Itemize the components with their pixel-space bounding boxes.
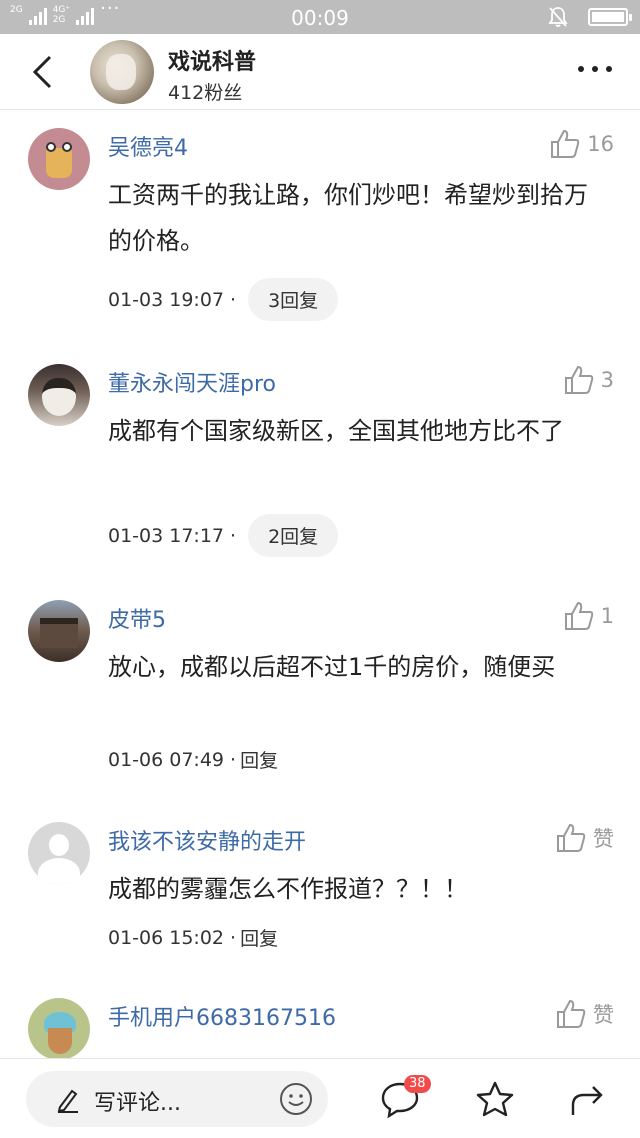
comment-count-badge: 38: [404, 1075, 431, 1093]
comment-username[interactable]: 手机用户6683167516: [108, 1000, 336, 1032]
comment-input[interactable]: 写评论...: [26, 1071, 328, 1127]
comment-text: 成都有个国家级新区，全国其他地方比不了: [108, 417, 564, 445]
comment-username[interactable]: 我该不该安静的走开: [108, 824, 306, 856]
comment-text: 放心，成都以后超不过1千的房价，随便买: [108, 653, 556, 681]
avatar[interactable]: [28, 998, 90, 1060]
comment-username[interactable]: 董永永闯天涯pro: [108, 366, 276, 398]
comment-date: 01-03 19:07 ·: [108, 288, 237, 311]
share-icon[interactable]: [568, 1079, 608, 1119]
comment-meta: 01-03 19:07 · 3回复: [108, 278, 339, 321]
thumbs-up-icon: [564, 365, 593, 394]
reply-button[interactable]: 2回复: [248, 514, 339, 557]
like-count: 16: [587, 132, 614, 156]
avatar[interactable]: [28, 600, 90, 662]
avatar[interactable]: [28, 364, 90, 426]
emoji-icon[interactable]: [278, 1081, 314, 1117]
author-avatar[interactable]: [90, 40, 154, 104]
back-icon[interactable]: [28, 54, 58, 90]
bottom-bar: 写评论... 38: [0, 1058, 640, 1138]
star-icon[interactable]: [475, 1079, 515, 1119]
comment-date: 01-06 15:02 ·: [108, 926, 237, 949]
like-button[interactable]: 16: [549, 128, 614, 160]
status-time: 00:09: [291, 6, 349, 30]
comment-meta: 01-06 15:02 · 回复: [108, 924, 278, 951]
like-button[interactable]: 赞: [555, 998, 614, 1030]
like-count: 赞: [593, 1003, 614, 1027]
like-button[interactable]: 1: [563, 600, 614, 632]
pen-icon: [57, 1089, 78, 1113]
like-count: 1: [600, 604, 614, 628]
bell-off-icon: [548, 7, 568, 27]
header: 戏说科普 412粉丝: [0, 34, 640, 110]
page-title[interactable]: 戏说科普: [168, 44, 256, 76]
reply-button[interactable]: 3回复: [248, 278, 339, 321]
status-bar: 2G 4G⁺ 2G ··· 00:09: [0, 0, 640, 34]
comment-date: 01-03 17:17 ·: [108, 524, 237, 547]
reply-button[interactable]: 回复: [240, 746, 278, 773]
like-count: 3: [600, 368, 614, 392]
comment-input-placeholder: 写评论...: [94, 1091, 181, 1116]
follower-count: 412粉丝: [168, 82, 243, 104]
more-icon[interactable]: [578, 66, 612, 72]
like-button[interactable]: 赞: [555, 822, 614, 854]
comment-username[interactable]: 吴德亮4: [108, 130, 188, 162]
comment-date: 01-06 07:49 ·: [108, 748, 237, 771]
avatar[interactable]: [28, 822, 90, 884]
comment-text: 成都的雾霾怎么不作报道？？！！: [108, 875, 468, 903]
reply-button[interactable]: 回复: [240, 924, 278, 951]
like-button[interactable]: 3: [563, 364, 614, 396]
thumbs-up-icon: [557, 999, 586, 1028]
like-count: 赞: [593, 827, 614, 851]
thumbs-up-icon: [564, 601, 593, 630]
thumbs-up-icon: [557, 823, 586, 852]
comment-text: 工资两千的我让路，你们炒吧！希望炒到拾万的价格。: [108, 181, 588, 255]
comment-username[interactable]: 皮带5: [108, 602, 166, 634]
comment-meta: 01-03 17:17 · 2回复: [108, 514, 339, 557]
thumbs-up-icon: [551, 129, 580, 158]
avatar[interactable]: [28, 128, 90, 190]
battery-icon: [588, 8, 632, 26]
comment-meta: 01-06 07:49 · 回复: [108, 746, 278, 773]
